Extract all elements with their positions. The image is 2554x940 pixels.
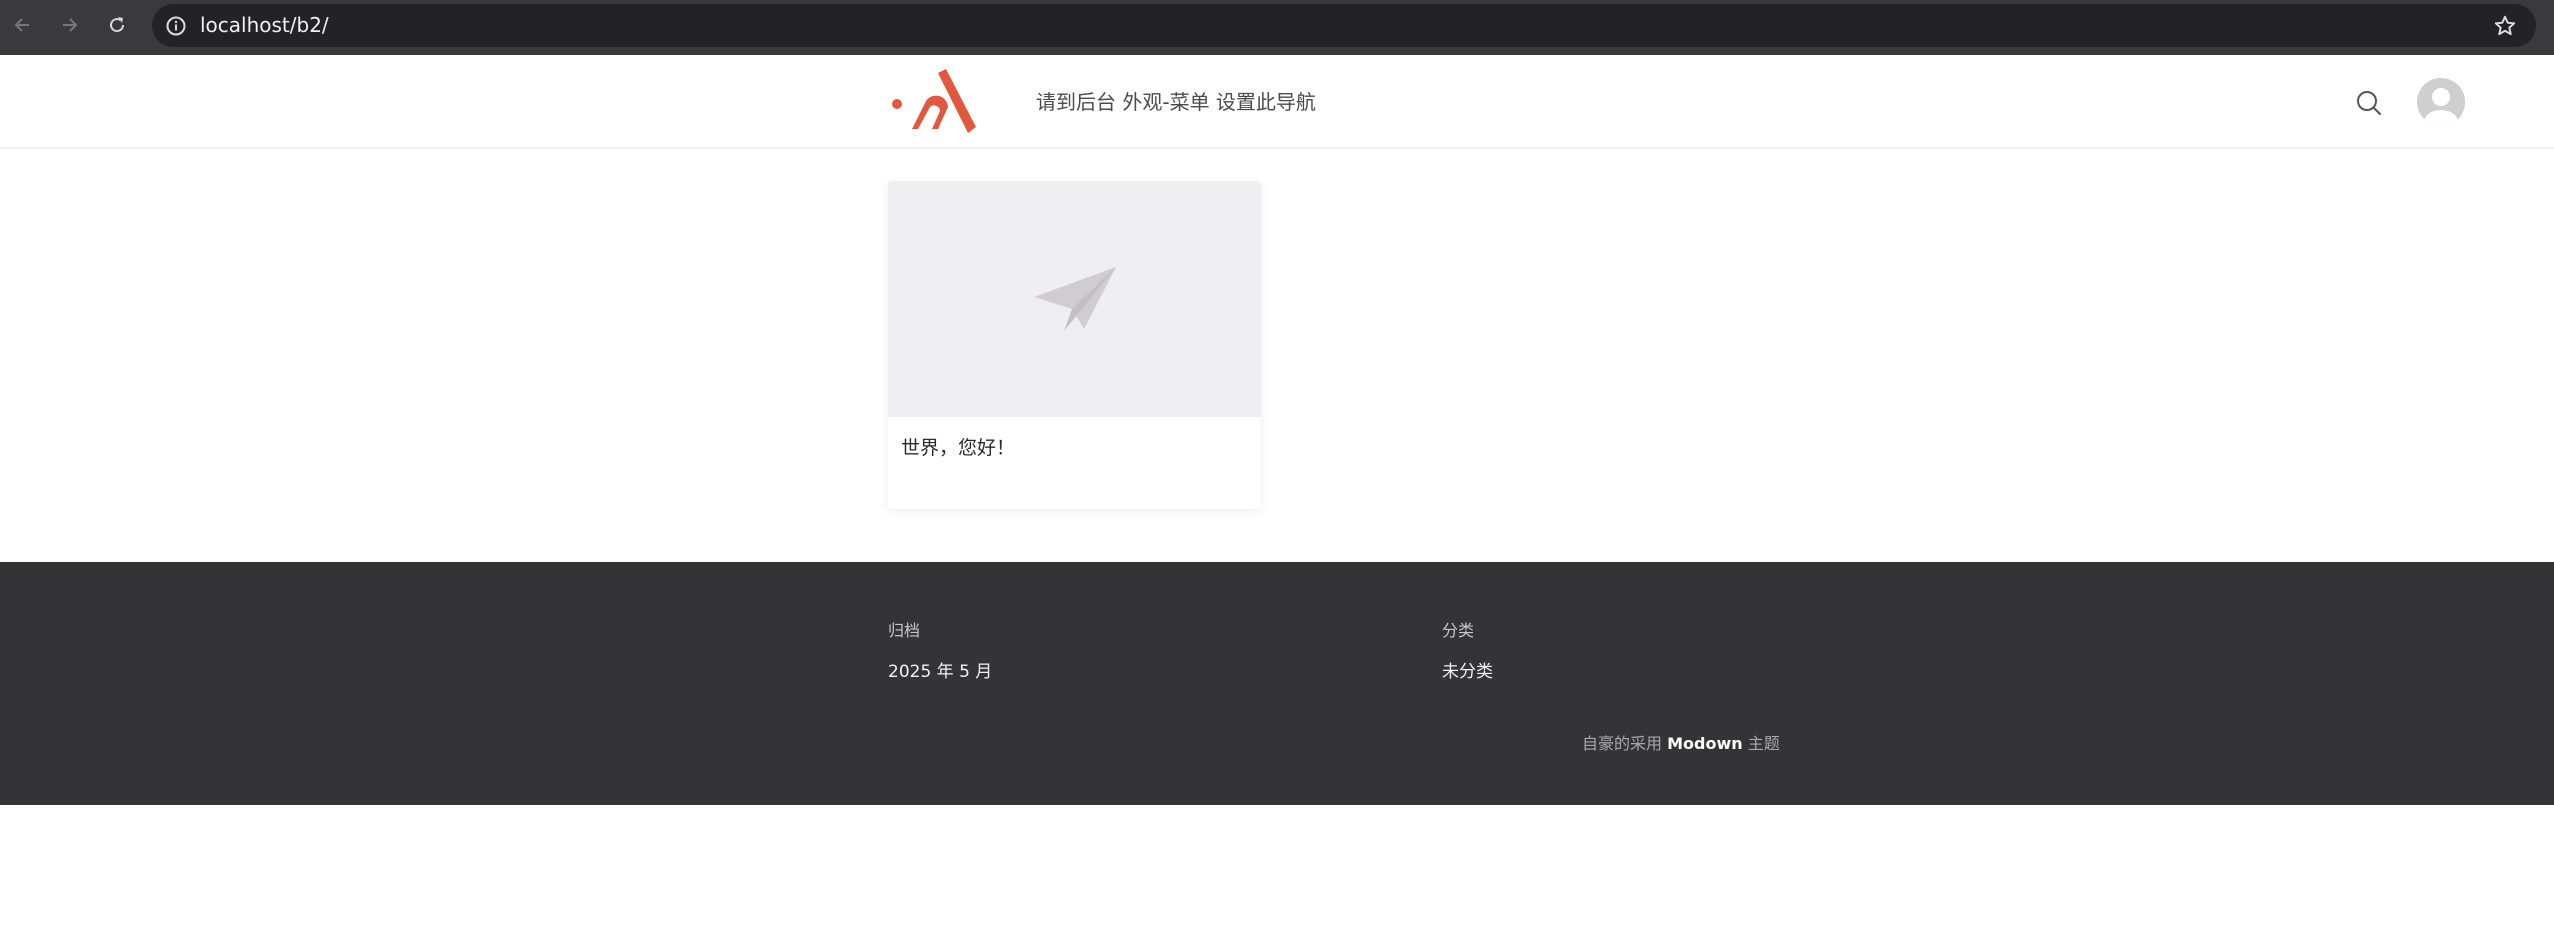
browser-toolbar: localhost/b2/ (0, 0, 2554, 55)
info-circle-icon[interactable] (164, 14, 188, 38)
arrow-right-icon (63, 18, 78, 32)
back-button[interactable] (8, 10, 38, 40)
paper-plane-icon (1034, 267, 1116, 331)
reload-button[interactable] (102, 10, 132, 40)
copyright-text: 自豪的采用 Modown 主题 (1582, 730, 1780, 754)
category-link[interactable]: 未分类 (1442, 657, 1493, 682)
star-icon[interactable] (2492, 13, 2518, 39)
arrow-left-icon (14, 18, 29, 32)
archive-link[interactable]: 2025 年 5 月 (888, 657, 992, 682)
copyright-suffix: 主题 (1747, 734, 1780, 753)
address-bar[interactable]: localhost/b2/ (152, 4, 2536, 47)
post-title[interactable]: 世界，您好！ (901, 433, 1015, 460)
search-icon[interactable] (2355, 89, 2383, 117)
site-footer: 归档 2025 年 5 月 分类 未分类 自豪的采用 Modown 主题 (0, 562, 2554, 805)
site-logo[interactable] (890, 67, 978, 137)
copyright-prefix: 自豪的采用 (1582, 734, 1663, 753)
user-avatar-icon[interactable] (2417, 78, 2465, 126)
url-text[interactable]: localhost/b2/ (200, 4, 329, 47)
reload-icon (110, 17, 125, 33)
theme-link[interactable]: Modown (1667, 734, 1743, 753)
post-card[interactable]: 世界，您好！ (888, 181, 1261, 509)
categories-widget-title: 分类 (1442, 621, 1475, 640)
archives-widget-title: 归档 (888, 621, 921, 640)
post-thumbnail[interactable] (888, 181, 1261, 417)
main-nav-placeholder[interactable]: 请到后台 外观-菜单 设置此导航 (1036, 55, 1316, 149)
forward-button[interactable] (54, 10, 84, 40)
site-header: 请到后台 外观-菜单 设置此导航 (0, 55, 2554, 149)
